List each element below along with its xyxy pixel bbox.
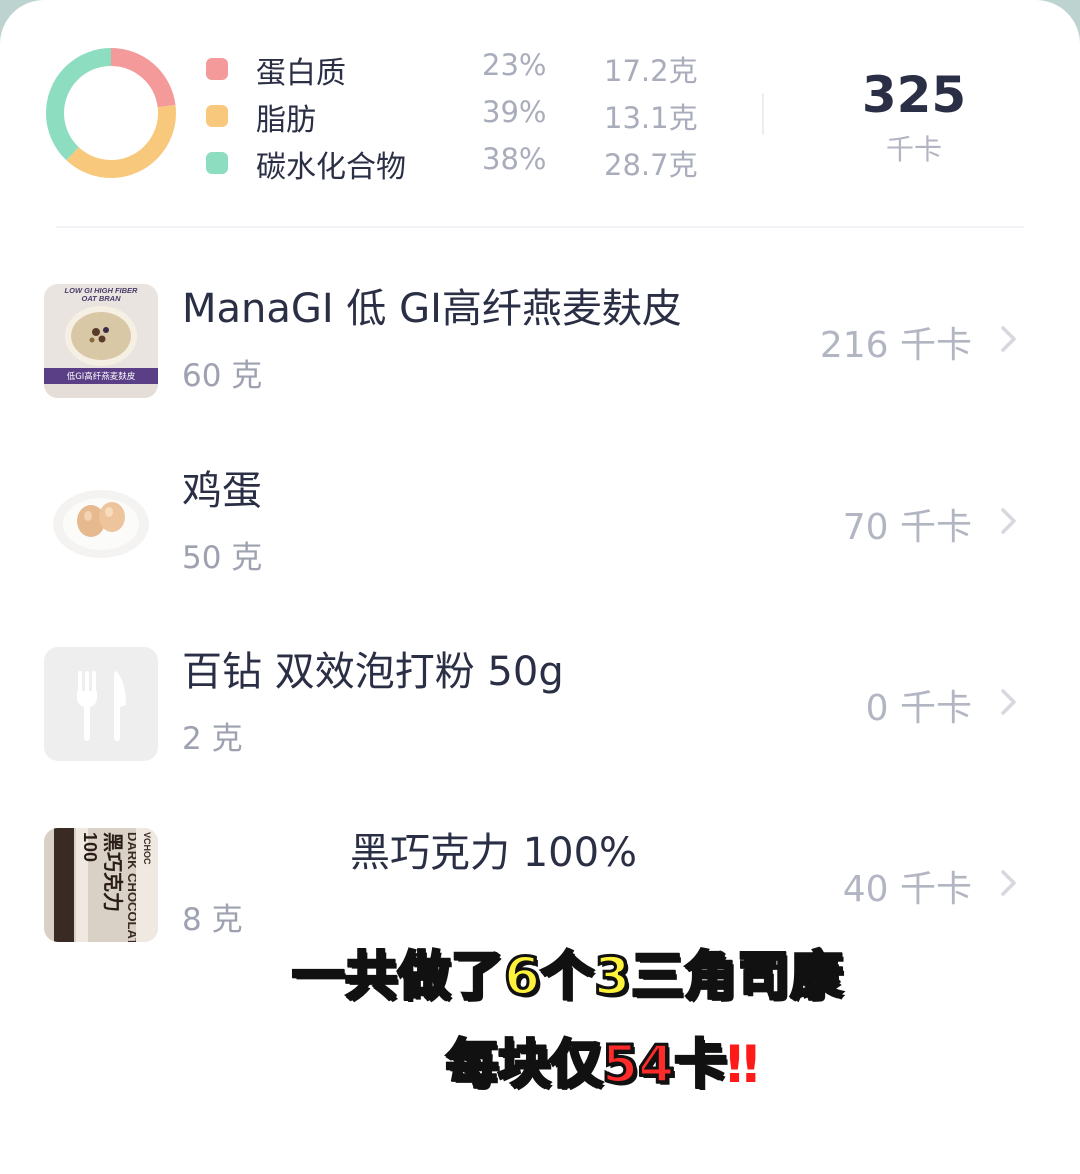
thumb-text: 低GI高纤燕麦麸皮 xyxy=(67,371,136,382)
double-exclamation-icon: ‼ xyxy=(726,1035,759,1095)
food-weight: 8 克 xyxy=(182,902,243,938)
macro-name: 碳水化合物 xyxy=(256,150,406,185)
food-item-oat-bran[interactable]: LOW GI HIGH FIBER OAT BRAN 低GI高纤燕麦麸皮 Man… xyxy=(0,284,1080,444)
thumb-text: OAT BRAN xyxy=(81,294,121,303)
macro-row-carbs: 碳水化合物 38% 28.7克 xyxy=(200,138,720,185)
chevron-right-icon xyxy=(1001,508,1016,534)
dark-chocolate-package-image: 黑巧克力 100 DARK CHOCOLATE VCHOC xyxy=(44,828,158,942)
macro-grams: 13.1克 xyxy=(604,101,698,135)
food-weight: 60 克 xyxy=(182,358,263,394)
overlay-caption-line1: 一共做了6个3三角司康 xyxy=(290,946,844,1009)
caption-text: 每块仅54卡 xyxy=(444,1034,727,1097)
summary-divider xyxy=(762,93,764,135)
food-calories: 0 千卡 xyxy=(865,688,972,729)
food-name: ManaGI 低 GI高纤燕麦麸皮 xyxy=(182,286,682,332)
food-weight: 50 克 xyxy=(182,540,263,576)
thumb-text: VCHOC xyxy=(142,832,152,865)
food-name: 鸡蛋 xyxy=(182,468,262,514)
macro-percent: 39% xyxy=(482,95,547,129)
food-calories: 216 千卡 xyxy=(819,325,972,366)
macro-donut-chart xyxy=(46,48,176,178)
total-calories: 325 xyxy=(861,66,967,124)
macro-grams: 17.2克 xyxy=(604,54,698,88)
macro-row-fat: 脂肪 39% 13.1克 xyxy=(200,91,720,138)
macro-legend: 蛋白质 23% 17.2克 脂肪 39% 13.1克 碳水化合物 38% 28.… xyxy=(200,44,720,185)
section-divider xyxy=(56,226,1024,228)
macro-percent: 23% xyxy=(482,48,547,82)
food-name: 百钻 双效泡打粉 50g xyxy=(182,649,564,695)
macro-name: 蛋白质 xyxy=(256,56,346,91)
thumb-text: 100 xyxy=(80,832,100,862)
fork-knife-icon xyxy=(44,647,158,761)
macro-grams: 28.7克 xyxy=(604,148,698,182)
chevron-right-icon xyxy=(1001,689,1016,715)
macro-percent: 38% xyxy=(482,142,547,176)
eggs-on-plate-image xyxy=(44,466,158,580)
food-calories: 70 千卡 xyxy=(842,507,972,548)
macro-name: 脂肪 xyxy=(256,103,316,138)
food-weight: 2 克 xyxy=(182,721,243,757)
fat-color-swatch xyxy=(206,105,228,127)
food-item-egg[interactable]: 鸡蛋 50 克 70 千卡 xyxy=(0,466,1080,626)
nutrition-card: 蛋白质 23% 17.2克 脂肪 39% 13.1克 碳水化合物 38% 28.… xyxy=(0,0,1080,1174)
food-calories: 40 千卡 xyxy=(842,869,972,910)
food-name: 黑巧克力 100% xyxy=(350,830,638,876)
chevron-right-icon xyxy=(1001,870,1016,896)
thumb-text: 黑巧克力 xyxy=(101,832,125,912)
food-item-baking-powder[interactable]: 百钻 双效泡打粉 50g 2 克 0 千卡 xyxy=(0,647,1080,807)
carbs-color-swatch xyxy=(206,152,228,174)
overlay-caption-line2: 每块仅54卡‼ xyxy=(444,1022,759,1097)
total-calories-unit: 千卡 xyxy=(885,133,942,166)
chevron-right-icon xyxy=(1001,326,1016,352)
protein-color-swatch xyxy=(206,58,228,80)
oat-bran-package-image: LOW GI HIGH FIBER OAT BRAN 低GI高纤燕麦麸皮 xyxy=(44,284,158,398)
macro-row-protein: 蛋白质 23% 17.2克 xyxy=(200,44,720,91)
